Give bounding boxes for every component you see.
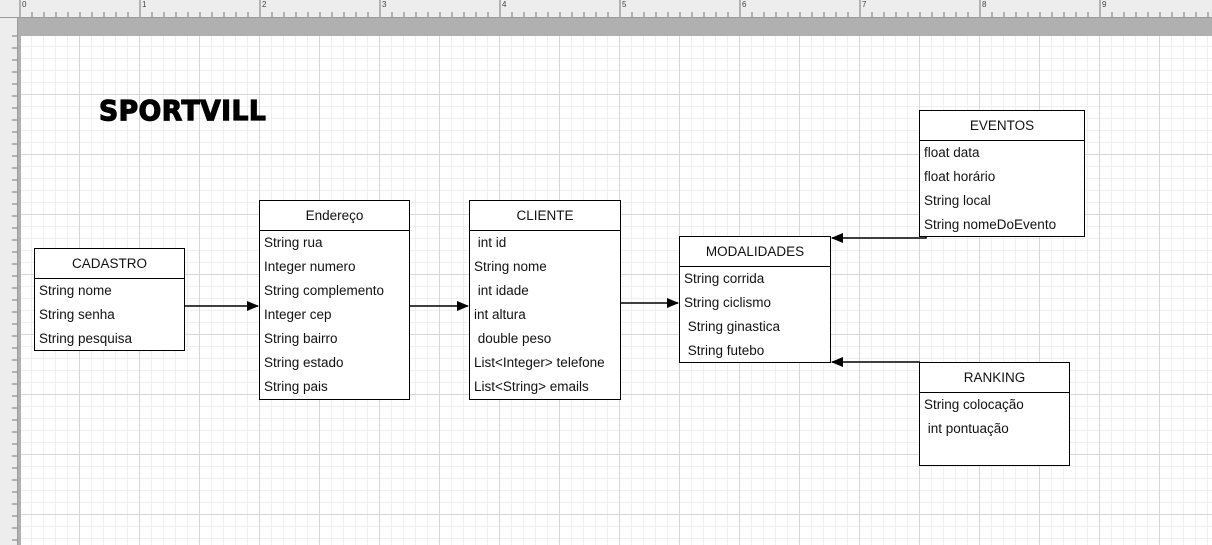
ruler-label: 8: [982, 0, 987, 9]
connectors: [185, 233, 927, 367]
ruler-label: 9: [1102, 0, 1107, 9]
arrow-eventos-modalidades[interactable]: [831, 233, 927, 243]
ruler-label: 6: [742, 0, 747, 9]
ruler-label: 2: [262, 0, 267, 9]
horizontal-ruler: 0 1 2 3 4 5 6 7 8 9: [0, 0, 1212, 18]
ruler-ticks: [19, 0, 1209, 17]
ruler-label: 0: [22, 0, 27, 9]
vertical-ruler: [0, 18, 18, 545]
diagram-canvas[interactable]: SPORTVILL CADASTRO String nome String se…: [21, 36, 1212, 545]
ruler-label: 4: [502, 0, 507, 9]
ruler-ticks: [12, 35, 17, 541]
ruler-label: 5: [622, 0, 627, 9]
ruler-label: 1: [142, 0, 147, 9]
ruler-label: 7: [862, 0, 867, 9]
canvas-margin: [18, 18, 1212, 36]
ruler-label: 3: [382, 0, 387, 9]
